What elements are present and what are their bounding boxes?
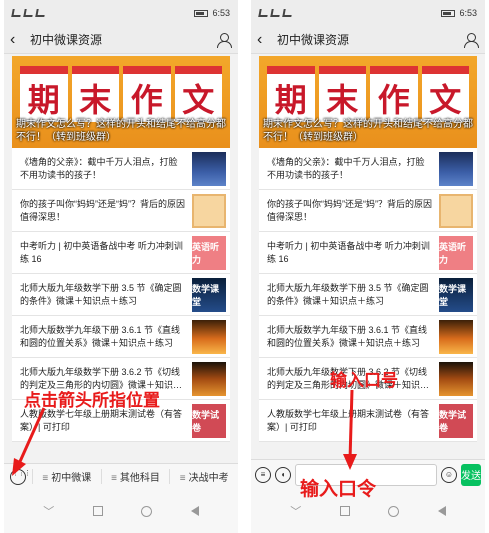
back-arrow-icon[interactable]: ‹ [257, 31, 273, 49]
menu-item-other-subjects[interactable]: ≡ 其他科目 [100, 469, 170, 484]
recent-apps-icon[interactable] [339, 506, 350, 516]
signal-icon [258, 9, 269, 17]
article-title: 北师大版数学九年级下册 3.6.1 节《直线和圆的位置关系》微课＋知识点＋练习 [267, 324, 428, 348]
status-bar: 6:53 [251, 0, 485, 26]
send-button[interactable]: 发送 [461, 463, 481, 486]
signal-icon [270, 9, 281, 17]
list-item[interactable]: 《墙角的父亲》：截中千万人泪点，打脸不用功读书的孩子！ [259, 148, 477, 190]
system-navigation-bar: ﹀ [4, 489, 238, 533]
banner-char: 期 [20, 66, 68, 122]
status-bar: 6:53 [4, 0, 238, 26]
wifi-icon [282, 9, 293, 17]
article-title: 北师大版九年级数学下册 3.5 节《确定圆的条件》微课＋知识点＋练习 [20, 282, 182, 306]
menu-lines-icon: ≡ [179, 473, 186, 484]
wifi-icon [35, 9, 46, 17]
list-item[interactable]: 北师大版数学九年级下册 3.6.1 节《直线和圆的位置关系》微课＋知识点＋练习 [259, 316, 477, 358]
emoji-icon[interactable]: ☺ [441, 466, 457, 483]
article-feed[interactable]: 期 末 作 文 期末作文怎么写？这样的开头和结尾不给高分都不行！（转到班级群） … [251, 54, 485, 459]
sunset-icon [439, 361, 473, 396]
menu-lines-icon: ≡ [111, 473, 117, 484]
banner-char: 期 [267, 66, 315, 122]
right-phone-screen: 6:53 ‹ 初中微课资源 期 末 作 文 期末作文怎么写？这样的开头和结尾不给… [251, 0, 485, 533]
status-time: 6:53 [459, 8, 477, 18]
article-title: 北师大版九年级数学下册 3.5 节《确定圆的条件》微课＋知识点＋练习 [267, 282, 429, 306]
back-arrow-icon[interactable]: ‹ [10, 31, 26, 49]
battery-icon [441, 9, 456, 17]
voice-icon[interactable]: ◖ [275, 466, 291, 483]
listen-icon: 英语听力 [439, 235, 473, 270]
exam-icon: 数学试卷 [192, 403, 226, 438]
banner-char: 作 [123, 66, 171, 122]
exam-icon: 数学试卷 [439, 403, 473, 438]
menu-label: 其他科目 [119, 473, 160, 484]
article-title: 北师大版数学九年级下册 3.6.1 节《直线和圆的位置关系》微课＋知识点＋练习 [20, 324, 181, 348]
recent-apps-icon[interactable] [92, 506, 103, 516]
article-title: 中考听力 | 初中英语备战中考 听力冲刺训练 16 [20, 240, 183, 264]
top-navigation: ‹ 初中微课资源 [4, 26, 238, 54]
page-title: 初中微课资源 [277, 33, 350, 47]
back-triangle-icon[interactable] [437, 506, 446, 516]
annotation-arrow-left [12, 407, 46, 476]
profile-icon[interactable] [216, 32, 232, 48]
battery-icon [194, 9, 209, 17]
list-item[interactable]: 北师大版九年级数学下册 3.5 节《确定圆的条件》微课＋知识点＋练习 数学课堂 [259, 274, 477, 316]
back-triangle-icon[interactable] [190, 506, 199, 516]
banner-caption: 期末作文怎么写？这样的开头和结尾不给高分都不行！（转到班级群） [16, 119, 226, 143]
article-title: 你的孩子叫你“妈妈”还是“妈”？背后的原因值得深思！ [267, 198, 432, 222]
instruction-annotation-right-bottom: 输入口令 [300, 479, 377, 500]
top-navigation: ‹ 初中微课资源 [251, 26, 485, 54]
profile-icon[interactable] [463, 32, 479, 48]
list-item[interactable]: 中考听力 | 初中英语备战中考 听力冲刺训练 16 英语听力 [259, 232, 477, 274]
menu-toggle-icon[interactable]: ≡ [255, 466, 271, 483]
banner-char: 末 [71, 66, 119, 122]
night-icon [192, 151, 226, 186]
math-icon: 数学课堂 [439, 277, 473, 312]
featured-article-banner[interactable]: 期 末 作 文 期末作文怎么写？这样的开头和结尾不给高分都不行！（转到班级群） [12, 56, 230, 148]
cartoon-icon [439, 193, 473, 228]
status-time: 6:53 [212, 8, 230, 18]
listen-icon: 英语听力 [192, 235, 226, 270]
home-icon[interactable] [141, 505, 153, 517]
cartoon-icon [192, 193, 226, 228]
list-item[interactable]: 你的孩子叫你“妈妈”还是“妈”？背后的原因值得深思！ [12, 190, 230, 232]
article-title: 《墙角的父亲》：截中千万人泪点，打脸不用功读书的孩子！ [20, 156, 178, 180]
banner-char: 末 [318, 66, 366, 122]
sunset-icon [192, 319, 226, 354]
sunset-icon [192, 361, 226, 396]
menu-label: 决战中考 [188, 473, 229, 484]
banner-char: 文 [421, 66, 469, 122]
home-icon[interactable] [388, 505, 400, 517]
chevron-down-icon[interactable]: ﹀ [290, 503, 301, 519]
list-item[interactable]: 中考听力 | 初中英语备战中考 听力冲刺训练 16 英语听力 [12, 232, 230, 274]
menu-item-exam-prep[interactable]: ≡ 决战中考 [169, 469, 238, 484]
list-item[interactable]: 北师大版九年级数学下册 3.5 节《确定圆的条件》微课＋知识点＋练习 数学课堂 [12, 274, 230, 316]
signal-icons [11, 9, 46, 17]
article-title: 你的孩子叫你“妈妈”还是“妈”？背后的原因值得深思！ [20, 198, 185, 222]
chevron-down-icon[interactable]: ﹀ [43, 503, 54, 519]
signal-icon [23, 9, 34, 17]
annotation-arrow-right [343, 389, 357, 470]
article-title: 《墙角的父亲》：截中千万人泪点，打脸不用功读书的孩子！ [267, 156, 425, 180]
featured-article-banner[interactable]: 期 末 作 文 期末作文怎么写？这样的开头和结尾不给高分都不行！（转到班级群） [259, 56, 477, 148]
math-icon: 数学课堂 [192, 277, 226, 312]
list-item[interactable]: 人教版数学七年级上册期末测试卷（有答案）| 可打印 数学试卷 [259, 400, 477, 442]
night-icon [439, 151, 473, 186]
article-title: 中考听力 | 初中英语备战中考 听力冲刺训练 16 [267, 240, 430, 264]
list-item[interactable]: 你的孩子叫你“妈妈”还是“妈”？背后的原因值得深思！ [259, 190, 477, 232]
banner-caption: 期末作文怎么写？这样的开头和结尾不给高分都不行！（转到班级群） [263, 119, 473, 143]
list-item[interactable]: 《墙角的父亲》：截中千万人泪点，打脸不用功读书的孩子！ [12, 148, 230, 190]
sunset-icon [439, 319, 473, 354]
page-title: 初中微课资源 [30, 33, 103, 47]
banner-char: 作 [370, 66, 418, 122]
banner-char: 文 [174, 66, 222, 122]
signal-icon [11, 9, 22, 17]
list-item[interactable]: 北师大版数学九年级下册 3.6.1 节《直线和圆的位置关系》微课＋知识点＋练习 [12, 316, 230, 358]
